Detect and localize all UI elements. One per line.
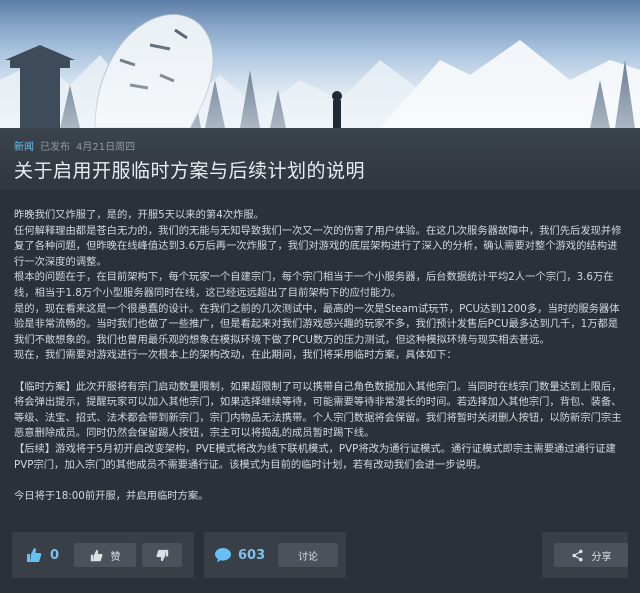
publish-date: 4月21日周四 [76,142,136,153]
share-label: 分享 [591,551,612,563]
like-label: 赞 [110,551,121,563]
share-button[interactable]: 分享 [554,543,628,567]
share-bar: 分享 [542,532,628,578]
post-body: 昨晚我们又炸服了，是的，开服5天以来的第4次炸服。 任何解释理由都是苍白无力的，… [14,208,626,504]
paragraph: 根本的问题在于，在目前架构下，每个玩家一个自建宗门，每个宗门相当于一个小服务器，… [14,271,614,299]
paragraph: 是的，现在看来这是一个很愚蠢的设计。在我们之前的几次测试中，最高的一次是Stea… [14,302,620,346]
paragraph: 现在，我们需要对游戏进行一次根本上的架构改动，在此期间，我们将采用临时方案，具体… [14,349,457,362]
discuss-label: 讨论 [298,551,318,563]
thumbs-up-icon [26,547,42,567]
paragraph: 【临时方案】此次开服将有宗门启动数量限制，如果超限制了可以携带自己角色数据加入其… [14,380,622,440]
like-button[interactable]: 赞 [74,543,136,567]
publish-status: 已发布 [40,142,70,153]
comment-icon [214,546,232,568]
comment-count: 603 [238,548,266,563]
paragraph: 今日将于18:00前开服，并启用临时方案。 [14,489,209,502]
discuss-button[interactable]: 讨论 [278,543,338,567]
comment-bar: 603 讨论 [204,532,346,578]
rating-bar: 0 赞 [12,532,194,578]
paragraph: 任何解释理由都是苍白无力的，我们的无能与无知导致我们一次又一次的伤害了用户体验。… [14,224,622,268]
like-count: 0 [50,548,60,563]
paragraph: 昨晚我们又炸服了，是的，开服5天以来的第4次炸服。 [14,209,264,221]
category-tag[interactable]: 新闻 [14,142,34,153]
dislike-button[interactable] [142,543,182,567]
paragraph: 【后续】游戏将于5月初开启改变架构，PVE模式将改为线下联机模式，PVP将改为通… [14,442,616,471]
header-banner-image [0,0,640,128]
thumbs-up-icon [90,549,103,562]
page-title: 关于启用开服临时方案与后续计划的说明 [14,160,366,182]
share-icon [571,549,584,562]
thumbs-down-icon [156,549,169,562]
post-meta: 新闻 已发布 4月21日周四 [14,138,135,153]
